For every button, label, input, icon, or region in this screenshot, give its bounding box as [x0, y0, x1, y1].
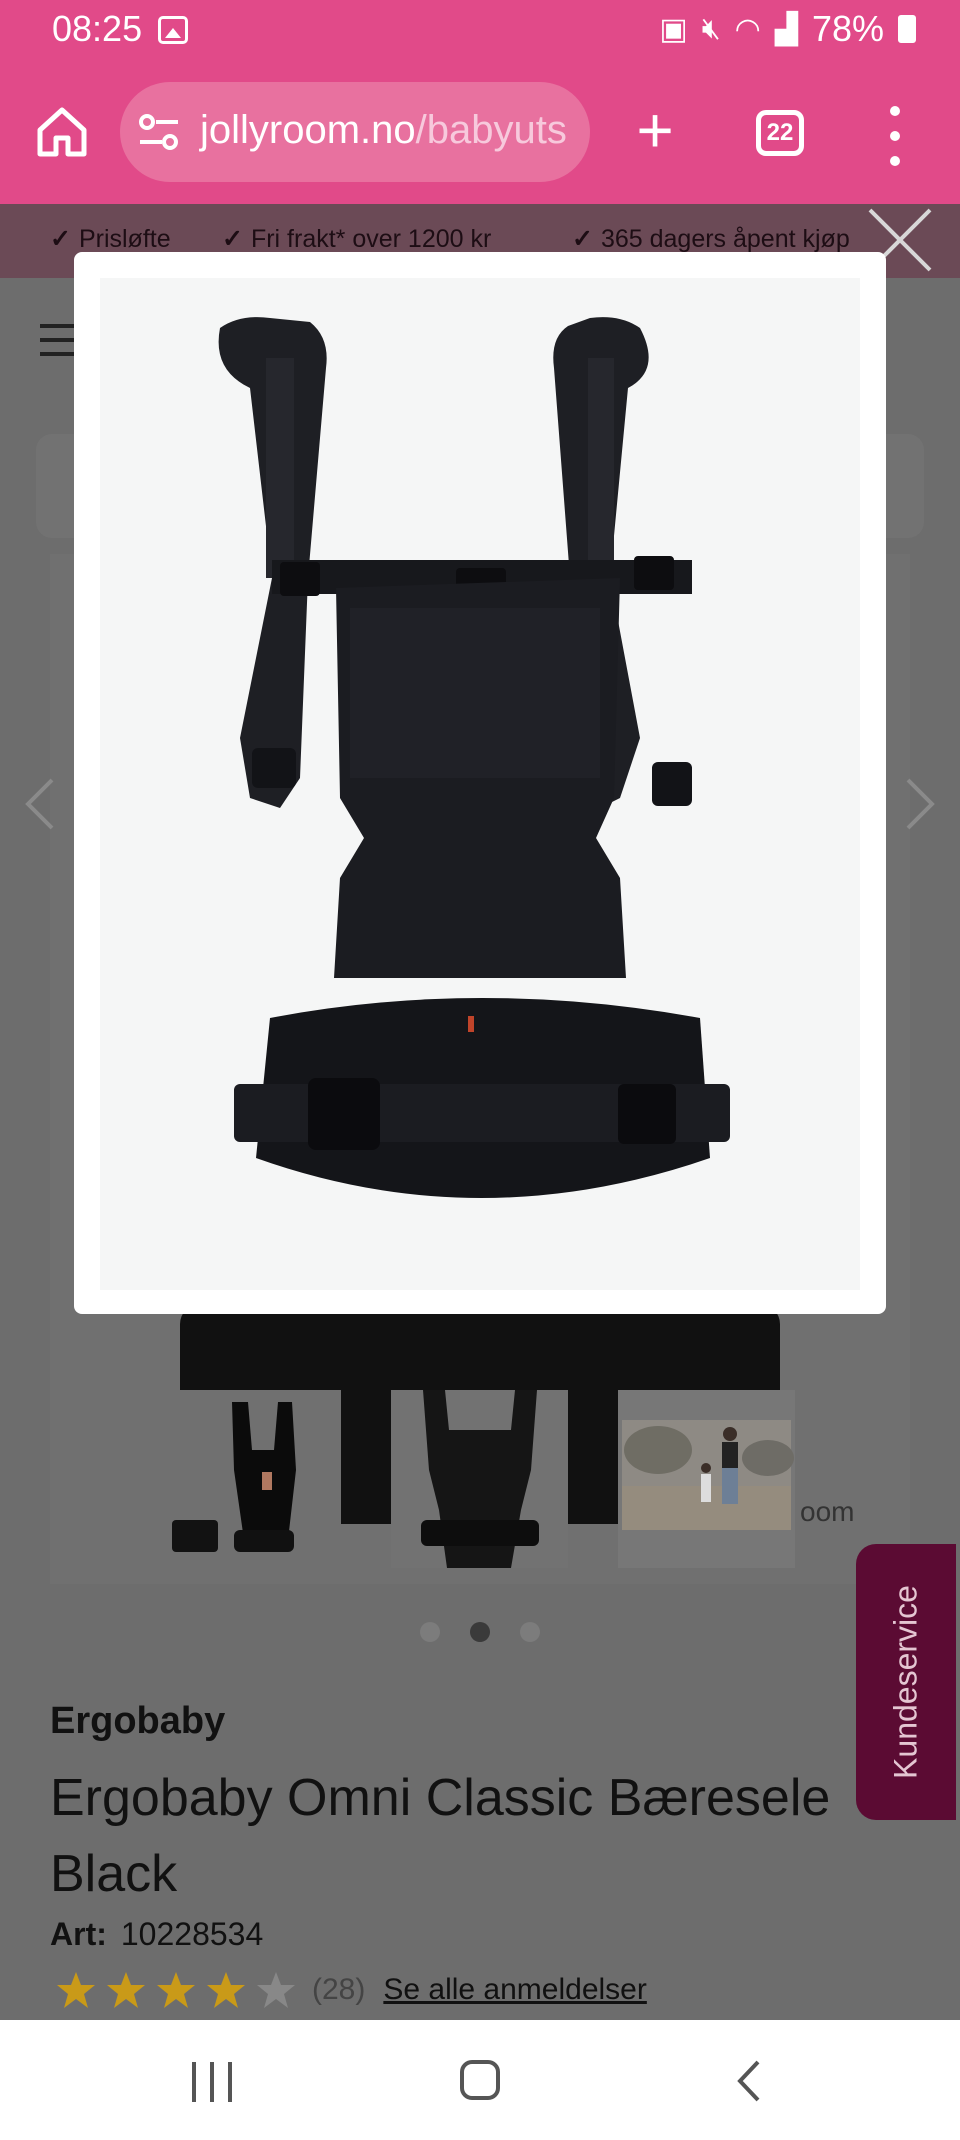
status-bar: 08:25 ▣ 🔇︎ ◠ ▟ 78% [0, 0, 960, 66]
thumbnail-carrier-back[interactable] [391, 1390, 568, 1568]
status-time: 08:25 [52, 8, 143, 49]
gallery-prev-arrow-icon[interactable] [20, 774, 60, 834]
check-icon: ✓ [50, 225, 71, 253]
thumbnail-strip [164, 1390, 796, 1568]
thumbnail-carrier-with-pouch[interactable] [164, 1390, 341, 1568]
battery-icon [898, 15, 916, 43]
background-text: oom [800, 1496, 855, 1527]
gallery-pagination [420, 1622, 540, 1642]
plus-icon: + [636, 94, 674, 166]
browser-home-button[interactable] [34, 104, 90, 160]
product-rating: (28) Se alle anmeldelser [56, 1970, 647, 2010]
usp-item: ✓ Prisløfte [50, 225, 171, 253]
tab-switcher-button[interactable]: 22 [756, 110, 804, 156]
status-right: ▣ 🔇︎ ◠ ▟ 78% [659, 8, 916, 50]
check-icon: ✓ [572, 225, 593, 253]
pagination-dot-active[interactable] [470, 1622, 490, 1642]
star-filled-icon [107, 1972, 145, 2008]
browser-menu-button[interactable] [880, 106, 910, 166]
customer-service-tab[interactable]: Kundeservice [856, 1544, 956, 1820]
customer-service-label: Kundeservice [887, 1585, 924, 1779]
more-vert-icon [890, 106, 900, 116]
usp-item: ✓ Fri frakt* over 1200 kr [222, 225, 492, 253]
gallery-next-arrow-icon[interactable] [900, 774, 940, 834]
product-brand[interactable]: Ergobaby [50, 1700, 225, 1743]
back-icon[interactable] [734, 2058, 764, 2104]
url-path: /babyuts [415, 108, 567, 152]
image-lightbox [74, 252, 886, 1314]
image-icon [158, 16, 188, 44]
address-bar[interactable]: jollyroom.no/babyuts [120, 82, 590, 182]
system-nav-bar [0, 2020, 960, 2140]
browser-toolbar: jollyroom.no/babyuts + 22 [0, 66, 960, 204]
wifi-icon: ◠ [734, 12, 761, 46]
mute-icon: 🔇︎ [701, 12, 721, 45]
product-title: Ergobaby Omni Classic Bæresele Black [50, 1769, 831, 1903]
star-empty-icon [257, 1972, 295, 2008]
review-count: (28) [312, 1973, 366, 2006]
product-article-number: Art: 10228534 [50, 1916, 263, 1953]
lightbox-image [100, 278, 860, 1290]
star-filled-icon [57, 1972, 95, 2008]
site-settings-icon[interactable] [138, 112, 180, 152]
baby-carrier-image [100, 278, 860, 1290]
signal-icon: ▟ [774, 12, 798, 46]
new-tab-button[interactable]: + [630, 98, 680, 162]
article-label: Art: [50, 1916, 107, 1952]
rating-stars [56, 1970, 306, 2010]
home-icon [37, 107, 87, 157]
pagination-dot[interactable] [420, 1622, 440, 1642]
article-value: 10228534 [120, 1916, 264, 1952]
recent-apps-icon[interactable] [192, 2062, 232, 2102]
usp-item: ✓ 365 dagers åpent kjøp [572, 225, 850, 253]
thumbnail-family-outdoors[interactable] [618, 1390, 795, 1568]
battery-percent: 78% [811, 8, 884, 49]
url-text: jollyroom.no/babyuts [200, 108, 567, 153]
star-filled-icon [157, 1972, 195, 2008]
url-host: jollyroom.no [200, 108, 416, 152]
star-filled-icon [207, 1972, 245, 2008]
home-button-icon[interactable] [460, 2060, 500, 2100]
see-all-reviews-link[interactable]: Se alle anmeldelser [383, 1973, 646, 2007]
check-icon: ✓ [222, 225, 243, 253]
battery-saver-icon: ▣ [659, 12, 688, 46]
pagination-dot[interactable] [520, 1622, 540, 1642]
